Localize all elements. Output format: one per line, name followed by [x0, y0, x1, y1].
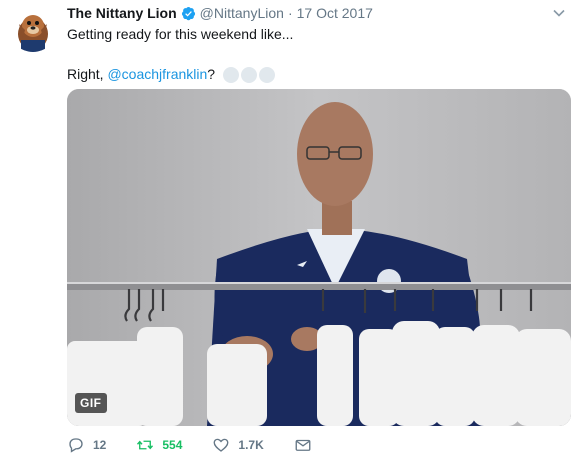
text-fragment: Right,: [67, 66, 108, 82]
reply-icon: [69, 438, 83, 453]
retweet-count: 554: [162, 438, 183, 452]
author-name[interactable]: The Nittany Lion: [67, 5, 177, 21]
emoji-icon: [240, 67, 257, 84]
emoji-group: [222, 67, 275, 84]
emoji-icon: [222, 67, 239, 84]
gif-media[interactable]: GIF: [67, 89, 571, 426]
avatar-image: [9, 4, 57, 52]
mention-link[interactable]: @coachjfranklin: [107, 66, 207, 82]
heart-icon: [213, 438, 229, 452]
tweet-date[interactable]: 17 Oct 2017: [297, 5, 373, 21]
emoji-icon: [258, 67, 275, 84]
chevron-down-icon[interactable]: [551, 5, 567, 21]
retweet-button[interactable]: 554: [136, 436, 182, 454]
tweet-header: The Nittany Lion @NittanyLion · 17 Oct 2…: [67, 4, 567, 22]
envelope-icon: [295, 439, 311, 451]
like-button[interactable]: 1.7K: [212, 436, 264, 454]
tweet-actions: 12 554 1.7K: [67, 434, 350, 456]
verified-badge-icon: [181, 6, 196, 21]
avatar[interactable]: [9, 4, 57, 52]
tweet-text-line: Getting ready for this weekend like...: [67, 26, 294, 42]
text-fragment: ?: [207, 66, 216, 82]
author-handle[interactable]: @NittanyLion: [200, 5, 284, 21]
header-separator: ·: [287, 5, 293, 21]
tweet-text-line: Right, @coachjfranklin?: [67, 64, 557, 84]
like-count: 1.7K: [238, 438, 264, 452]
reply-count: 12: [93, 438, 107, 452]
reply-button[interactable]: 12: [67, 436, 106, 454]
gif-badge: GIF: [75, 393, 107, 413]
retweet-icon: [137, 440, 154, 450]
gif-frame-image: [67, 89, 571, 426]
tweet-text: Getting ready for this weekend like... R…: [67, 24, 557, 84]
direct-message-button[interactable]: [294, 436, 320, 454]
